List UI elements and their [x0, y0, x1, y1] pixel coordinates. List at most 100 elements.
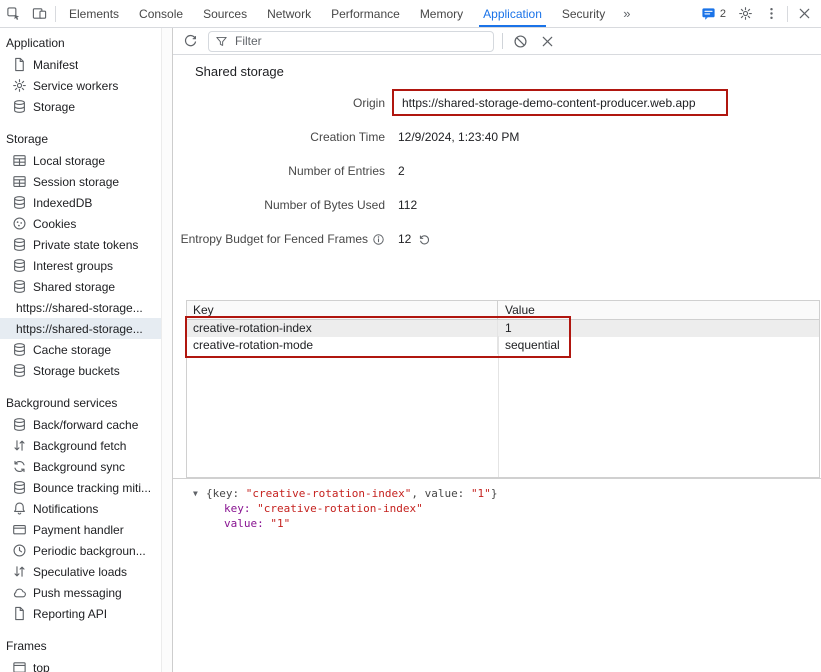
database-icon	[12, 195, 27, 210]
property-value: "1"	[270, 517, 290, 530]
toggle-device-toolbar-button[interactable]	[26, 0, 52, 27]
preview-text: , value:	[411, 487, 471, 500]
sidebar-item-periodic-background-sync[interactable]: Periodic backgroun...	[0, 540, 161, 561]
table-row[interactable]: creative-rotation-mode sequential	[187, 337, 819, 354]
tab-memory[interactable]: Memory	[410, 0, 473, 27]
sidebar-item-speculative-loads[interactable]: Speculative loads	[0, 561, 161, 582]
info-icon[interactable]	[372, 233, 385, 246]
sidebar-item-label: Background sync	[33, 460, 125, 474]
sidebar-item-shared-storage-origin-2[interactable]: https://shared-storage...	[0, 318, 161, 339]
sidebar-item-label: Back/forward cache	[33, 418, 138, 432]
cookie-icon	[12, 216, 27, 231]
delete-selected-button[interactable]	[538, 32, 557, 51]
tab-sources[interactable]: Sources	[193, 0, 257, 27]
filter-input[interactable]	[233, 33, 487, 49]
preview-text: }	[491, 487, 498, 500]
origin-value: https://shared-storage-demo-content-prod…	[398, 93, 700, 114]
clear-all-button[interactable]	[511, 32, 530, 51]
sidebar-item-label: Cookies	[33, 217, 76, 231]
sidebar-item-reporting-api[interactable]: Reporting API	[0, 603, 161, 624]
sidebar-item-label: Private state tokens	[33, 238, 138, 252]
cell-key: creative-rotation-index	[187, 320, 498, 337]
toolbar-divider	[787, 6, 788, 22]
shared-storage-panel: Shared storage Origin https://shared-sto…	[172, 28, 821, 672]
cell-key: creative-rotation-mode	[187, 337, 498, 354]
more-tabs-button[interactable]: »	[615, 0, 638, 27]
tab-elements[interactable]: Elements	[59, 0, 129, 27]
entries-table: Key Value creative-rotation-index 1 crea…	[186, 300, 820, 478]
sidebar-item-label: Bounce tracking miti...	[33, 481, 151, 495]
column-header-value[interactable]: Value	[498, 301, 819, 319]
customize-menu-button[interactable]	[758, 6, 784, 21]
sidebar-header-storage[interactable]: Storage	[0, 129, 161, 150]
sidebar-item-notifications[interactable]: Notifications	[0, 498, 161, 519]
sidebar-item-shared-storage-origin-1[interactable]: https://shared-storage...	[0, 297, 161, 318]
tab-security[interactable]: Security	[552, 0, 615, 27]
sidebar-item-storage-buckets[interactable]: Storage buckets	[0, 360, 161, 381]
sidebar-item-label: IndexedDB	[33, 196, 92, 210]
sidebar-item-bounce-tracking-mitigations[interactable]: Bounce tracking miti...	[0, 477, 161, 498]
metadata-label-number-of-bytes: Number of Bytes Used	[173, 195, 385, 216]
sidebar-item-interest-groups[interactable]: Interest groups	[0, 255, 161, 276]
expand-triangle-icon[interactable]: ▼	[193, 486, 206, 501]
sidebar-item-session-storage[interactable]: Session storage	[0, 171, 161, 192]
kebab-menu-icon	[764, 6, 779, 21]
sidebar-item-indexeddb[interactable]: IndexedDB	[0, 192, 161, 213]
sidebar-item-payment-handler[interactable]: Payment handler	[0, 519, 161, 540]
sidebar-item-back-forward-cache[interactable]: Back/forward cache	[0, 414, 161, 435]
sidebar-header-application[interactable]: Application	[0, 33, 161, 54]
gear-icon	[12, 78, 27, 93]
clock-icon	[12, 543, 27, 558]
sidebar-item-push-messaging[interactable]: Push messaging	[0, 582, 161, 603]
tab-performance[interactable]: Performance	[321, 0, 410, 27]
tab-console[interactable]: Console	[129, 0, 193, 27]
gear-icon	[738, 6, 753, 21]
sidebar-section-background-services: Background services Back/forward cache B…	[0, 393, 161, 624]
preview-property-row: value: "1"	[193, 516, 821, 531]
sidebar-item-shared-storage[interactable]: Shared storage	[0, 276, 161, 297]
column-header-key[interactable]: Key	[187, 301, 498, 319]
sidebar-item-label: https://shared-storage...	[16, 301, 143, 315]
table-row[interactable]: creative-rotation-index 1	[187, 320, 819, 337]
table-column-divider	[498, 336, 499, 477]
sidebar-item-background-fetch[interactable]: Background fetch	[0, 435, 161, 456]
sidebar-item-cache-storage[interactable]: Cache storage	[0, 339, 161, 360]
inspect-element-button[interactable]	[0, 0, 26, 27]
toolbar-divider	[502, 33, 503, 49]
refresh-button[interactable]	[181, 32, 200, 51]
devtools-tabbar: Elements Console Sources Network Perform…	[0, 0, 821, 28]
sidebar-item-label: https://shared-storage...	[16, 322, 143, 336]
tab-network[interactable]: Network	[257, 0, 321, 27]
issues-counter-button[interactable]: 2	[695, 6, 732, 21]
database-icon	[12, 480, 27, 495]
payment-card-icon	[12, 522, 27, 537]
sidebar-item-background-sync[interactable]: Background sync	[0, 456, 161, 477]
shared-storage-body: Shared storage Origin https://shared-sto…	[173, 56, 821, 672]
sidebar-item-service-workers[interactable]: Service workers	[0, 75, 161, 96]
sidebar-item-label: Manifest	[33, 58, 78, 72]
sidebar-item-label: Service workers	[33, 79, 118, 93]
sidebar-item-label: Storage	[33, 100, 75, 114]
sidebar-item-storage[interactable]: Storage	[0, 96, 161, 117]
sidebar-item-label: Session storage	[33, 175, 119, 189]
sidebar-header-background-services[interactable]: Background services	[0, 393, 161, 414]
sidebar-item-manifest[interactable]: Manifest	[0, 54, 161, 75]
settings-button[interactable]	[732, 6, 758, 21]
sidebar-header-frames[interactable]: Frames	[0, 636, 161, 657]
sidebar-item-local-storage[interactable]: Local storage	[0, 150, 161, 171]
filter-box[interactable]	[208, 31, 494, 52]
sidebar-section-application: Application Manifest Service workers Sto…	[0, 33, 161, 117]
cloud-icon	[12, 585, 27, 600]
entropy-budget-value-row: 12	[385, 229, 813, 250]
sidebar-section-frames: Frames top	[0, 636, 161, 672]
tab-application[interactable]: Application	[473, 0, 552, 27]
sidebar-item-cookies[interactable]: Cookies	[0, 213, 161, 234]
close-devtools-button[interactable]	[791, 6, 817, 21]
devtools-window: Elements Console Sources Network Perform…	[0, 0, 821, 672]
database-icon	[12, 237, 27, 252]
cell-value: 1	[498, 320, 819, 337]
sync-icon	[12, 459, 27, 474]
sidebar-item-private-state-tokens[interactable]: Private state tokens	[0, 234, 161, 255]
reset-undo-icon[interactable]	[418, 233, 431, 246]
sidebar-item-frame-top[interactable]: top	[0, 657, 161, 672]
